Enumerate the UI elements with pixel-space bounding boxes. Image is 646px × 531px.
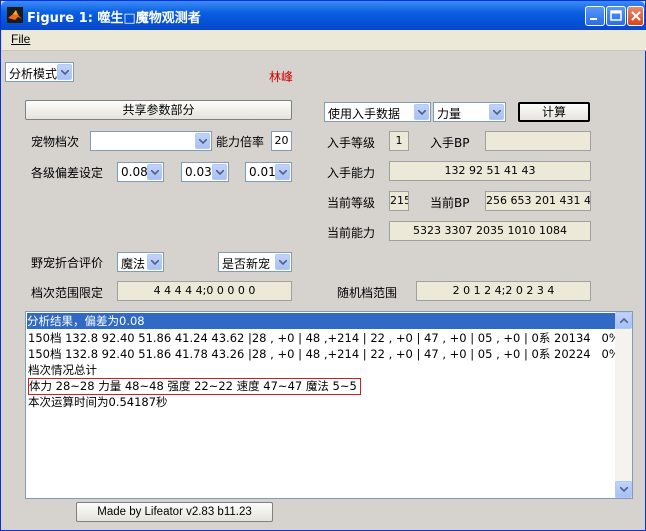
chevron-down-icon bbox=[151, 170, 159, 175]
chevron-down-icon bbox=[418, 110, 426, 115]
minimize-icon bbox=[590, 18, 597, 20]
deviation-select-3[interactable]: 0.01 bbox=[245, 162, 292, 182]
attribute-dropdown-arrow[interactable] bbox=[489, 104, 504, 120]
wild-eval-select[interactable]: 魔法 bbox=[117, 252, 164, 272]
maximize-button[interactable] bbox=[606, 6, 626, 26]
ability-rate-input[interactable]: 20 bbox=[271, 131, 292, 151]
chevron-down-icon bbox=[493, 110, 501, 115]
deviation-select-1[interactable]: 0.08 bbox=[117, 162, 164, 182]
deviation-value-2: 0.03 bbox=[185, 165, 212, 179]
result-line-selected[interactable]: 分析结果，偏差为0.08 bbox=[27, 313, 617, 329]
chevron-down-icon bbox=[61, 70, 69, 75]
scroll-up-button[interactable] bbox=[615, 312, 632, 329]
close-icon bbox=[631, 11, 641, 21]
close-button[interactable] bbox=[627, 6, 644, 26]
wild-eval-dropdown-arrow[interactable] bbox=[147, 254, 162, 270]
cur-level-field[interactable]: 215 bbox=[389, 191, 409, 211]
mode-select[interactable]: 分析模式 bbox=[5, 62, 74, 82]
data-source-dropdown-arrow[interactable] bbox=[414, 104, 429, 120]
menu-bar: File bbox=[2, 30, 646, 51]
deviation-select-2[interactable]: 0.03 bbox=[181, 162, 229, 182]
deviation-1-dropdown-arrow[interactable] bbox=[147, 164, 162, 180]
acq-ability-field[interactable]: 132 92 51 41 43 bbox=[389, 161, 591, 181]
scroll-down-button[interactable] bbox=[615, 481, 632, 498]
chevron-up-icon bbox=[620, 318, 628, 323]
cur-bp-field[interactable]: 256 653 201 431 45 bbox=[485, 191, 591, 211]
mode-dropdown-arrow[interactable] bbox=[57, 64, 72, 80]
attribute-value: 力量 bbox=[437, 107, 462, 121]
minimize-button[interactable] bbox=[585, 6, 605, 26]
pet-grade-select[interactable] bbox=[90, 131, 212, 151]
acq-bp-field[interactable] bbox=[485, 131, 591, 151]
cur-ability-label: 当前能力 bbox=[327, 226, 376, 240]
result-line[interactable]: 档次情况总计 bbox=[28, 362, 97, 378]
chevron-down-icon bbox=[216, 170, 224, 175]
ability-rate-label: 能力倍率 bbox=[216, 135, 265, 149]
shared-params-button[interactable]: 共享参数部分 bbox=[25, 100, 292, 120]
calculate-button[interactable]: 计算 bbox=[518, 102, 590, 122]
acq-level-label: 入手等级 bbox=[327, 136, 376, 150]
deviation-2-dropdown-arrow[interactable] bbox=[212, 164, 227, 180]
chevron-down-icon bbox=[279, 170, 287, 175]
acq-bp-label: 入手BP bbox=[430, 136, 470, 150]
cur-ability-field[interactable]: 5323 3307 2035 1010 1084 bbox=[389, 221, 591, 241]
is-new-value: 是否新宠 bbox=[222, 257, 271, 271]
random-range-field[interactable]: 2 0 1 2 4;2 0 2 3 4 bbox=[416, 281, 591, 301]
cur-bp-label: 当前BP bbox=[430, 196, 470, 210]
chevron-down-icon bbox=[620, 487, 628, 492]
result-line-highlighted[interactable]: 体力 28~28 力量 48~48 强度 22~22 速度 47~47 魔法 5… bbox=[28, 378, 361, 395]
chevron-down-icon bbox=[279, 260, 287, 265]
random-range-label: 随机档范围 bbox=[337, 286, 398, 300]
data-source-value: 使用入手数据 bbox=[328, 107, 401, 121]
menu-file[interactable]: File bbox=[11, 32, 30, 46]
window-title: Figure 1: 噬生□魔物观测者 bbox=[27, 11, 201, 26]
made-by-button[interactable]: Made by Lifeator v2.83 b11.23 bbox=[76, 502, 273, 522]
chevron-down-icon bbox=[199, 139, 207, 144]
chevron-down-icon bbox=[151, 260, 159, 265]
data-source-select[interactable]: 使用入手数据 bbox=[324, 102, 431, 122]
result-line[interactable]: 本次运算时间为0.54187秒 bbox=[28, 394, 168, 410]
deviation-3-dropdown-arrow[interactable] bbox=[275, 164, 290, 180]
mode-select-value: 分析模式 bbox=[9, 67, 58, 81]
title-bar[interactable]: Figure 1: 噬生□魔物观测者 bbox=[1, 1, 645, 30]
deviation-value-1: 0.08 bbox=[121, 165, 148, 179]
result-line[interactable]: 150档 132.8 92.40 51.86 41.24 43.62 |28 ,… bbox=[28, 330, 629, 346]
grade-range-field[interactable]: 4 4 4 4 4;0 0 0 0 0 bbox=[117, 281, 292, 301]
grade-range-label: 档次范围限定 bbox=[31, 286, 104, 300]
is-new-dropdown-arrow[interactable] bbox=[275, 254, 290, 270]
wild-eval-value: 魔法 bbox=[121, 257, 146, 271]
deviation-value-3: 0.01 bbox=[249, 165, 276, 179]
attribute-select[interactable]: 力量 bbox=[433, 102, 506, 122]
acq-level-field[interactable]: 1 bbox=[389, 131, 409, 151]
result-line[interactable]: 150档 132.8 92.40 51.86 41.78 43.26 |28 ,… bbox=[28, 346, 629, 362]
vertical-scrollbar[interactable] bbox=[615, 312, 632, 498]
maximize-icon bbox=[610, 10, 622, 21]
result-listbox[interactable]: 分析结果，偏差为0.08 150档 132.8 92.40 51.86 41.2… bbox=[25, 311, 633, 499]
deviation-label: 各级偏差设定 bbox=[31, 166, 104, 180]
pet-grade-dropdown-arrow[interactable] bbox=[195, 133, 210, 149]
acq-ability-label: 入手能力 bbox=[327, 166, 376, 180]
is-new-select[interactable]: 是否新宠 bbox=[218, 252, 292, 272]
wild-eval-label: 野宠折合评价 bbox=[31, 256, 104, 270]
cur-level-label: 当前等级 bbox=[327, 196, 376, 210]
app-window: Figure 1: 噬生□魔物观测者 File 分析模式 林峰 共享参数部分 宠… bbox=[0, 0, 646, 531]
matlab-logo-icon bbox=[7, 7, 23, 23]
pet-grade-label: 宠物档次 bbox=[31, 135, 80, 149]
menu-file-label: File bbox=[11, 32, 31, 46]
author-text: 林峰 bbox=[269, 70, 294, 84]
